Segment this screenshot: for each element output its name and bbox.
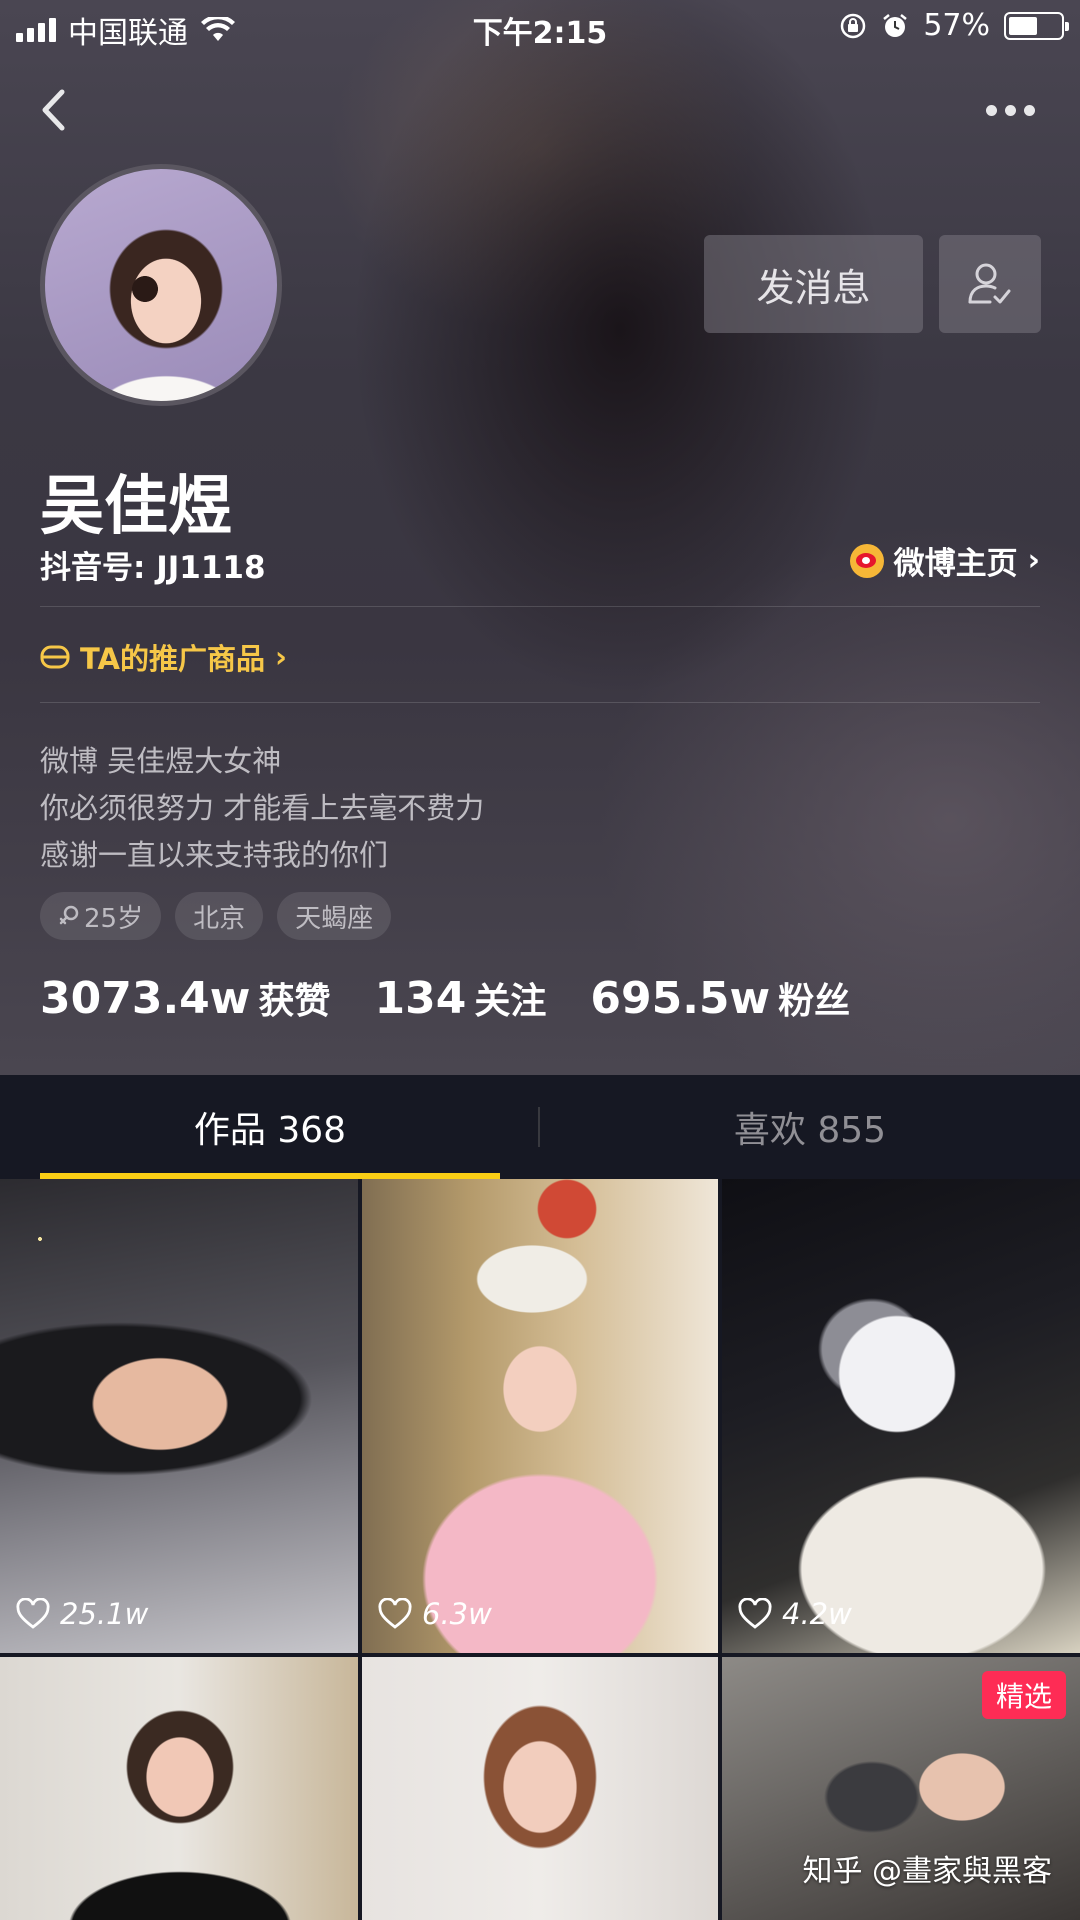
featured-badge: 精选 bbox=[981, 1671, 1066, 1719]
video-likes-count: 25.1w bbox=[60, 1597, 149, 1631]
age-tag-label: 25岁 bbox=[84, 903, 144, 934]
stat-label: 关注 bbox=[474, 981, 547, 1022]
alarm-icon bbox=[883, 13, 908, 37]
bio-line: 微博 吴佳煜大女神 bbox=[40, 744, 282, 778]
follow-user-icon bbox=[968, 263, 1011, 304]
video-grid: 25.1w 6.3w 4.2w 精选 知乎 @畫家與黑客 bbox=[0, 1179, 1080, 1920]
follow-user-button[interactable] bbox=[939, 235, 1041, 333]
battery-icon bbox=[1004, 11, 1069, 40]
video-thumbnail[interactable]: 6.3w bbox=[362, 1179, 718, 1653]
cart-icon bbox=[40, 645, 70, 669]
divider bbox=[40, 702, 1040, 703]
stat-value: 695.5w bbox=[590, 973, 771, 1024]
age-tag: 25岁 bbox=[40, 892, 162, 940]
send-message-button[interactable]: 发消息 bbox=[704, 235, 923, 333]
following-stat[interactable]: 134 关注 bbox=[374, 972, 546, 1024]
video-thumbnail[interactable] bbox=[0, 1657, 358, 1920]
location-tag: 北京 bbox=[175, 892, 264, 940]
douyin-id: 抖音号: JJ1118 bbox=[40, 550, 266, 586]
video-thumbnail[interactable]: 4.2w bbox=[722, 1179, 1080, 1653]
avatar[interactable] bbox=[40, 164, 282, 406]
profile-stats: 3073.4w 获赞 134 关注 695.5w 粉丝 bbox=[40, 972, 850, 1024]
weibo-icon bbox=[849, 543, 884, 578]
bio: 微博 吴佳煜大女神 你必须很努力 才能看上去毫不费力 感谢一直以来支持我的你们 bbox=[40, 738, 484, 879]
bio-line: 感谢一直以来支持我的你们 bbox=[40, 838, 389, 872]
battery-percent: 57% bbox=[923, 8, 990, 43]
video-likes: 4.2w bbox=[738, 1597, 852, 1631]
heart-icon bbox=[378, 1598, 412, 1629]
watermark: 知乎 @畫家與黑客 bbox=[802, 1854, 1052, 1889]
stat-label: 粉丝 bbox=[778, 981, 851, 1022]
stat-value: 3073.4w bbox=[40, 973, 251, 1024]
back-icon[interactable] bbox=[30, 80, 80, 140]
bio-line: 你必须很努力 才能看上去毫不费力 bbox=[40, 791, 485, 825]
more-icon[interactable] bbox=[980, 95, 1040, 125]
video-likes-count: 6.3w bbox=[422, 1597, 492, 1631]
video-likes: 25.1w bbox=[16, 1597, 148, 1631]
divider bbox=[40, 606, 1040, 607]
stat-value: 134 bbox=[374, 973, 467, 1024]
likes-stat: 3073.4w 获赞 bbox=[40, 972, 330, 1024]
profile-tags: 25岁 北京 天蝎座 bbox=[40, 892, 392, 940]
tab-works[interactable]: 作品 368 bbox=[0, 1075, 540, 1179]
profile-tabs: 作品 368 喜欢 855 bbox=[0, 1075, 1080, 1179]
status-bar: 中国联通 下午2:15 57% bbox=[0, 0, 1080, 56]
heart-icon bbox=[16, 1598, 50, 1629]
video-thumbnail[interactable] bbox=[362, 1657, 718, 1920]
video-likes: 6.3w bbox=[378, 1597, 492, 1631]
video-thumbnail[interactable]: 精选 知乎 @畫家與黑客 bbox=[722, 1657, 1080, 1920]
promo-label: TA的推广商品 bbox=[80, 642, 265, 676]
profile-name: 吴佳煜 bbox=[40, 470, 232, 544]
tab-likes[interactable]: 喜欢 855 bbox=[540, 1075, 1080, 1179]
status-bar-right: 57% bbox=[839, 8, 1069, 43]
promo-products-link[interactable]: TA的推广商品 › bbox=[40, 636, 287, 678]
video-likes-count: 4.2w bbox=[782, 1597, 852, 1631]
stat-label: 获赞 bbox=[258, 981, 331, 1022]
lock-rotation-icon bbox=[841, 13, 866, 38]
chevron-right-icon: › bbox=[274, 640, 287, 674]
weibo-homepage-link[interactable]: 微博主页 › bbox=[849, 538, 1040, 583]
chevron-right-icon: › bbox=[1027, 543, 1040, 578]
heart-icon bbox=[738, 1598, 772, 1629]
weibo-link-label: 微博主页 bbox=[893, 546, 1018, 582]
video-thumbnail[interactable]: 25.1w bbox=[0, 1179, 358, 1653]
zodiac-tag: 天蝎座 bbox=[277, 892, 392, 940]
followers-stat[interactable]: 695.5w 粉丝 bbox=[590, 972, 850, 1024]
female-icon bbox=[59, 905, 79, 925]
